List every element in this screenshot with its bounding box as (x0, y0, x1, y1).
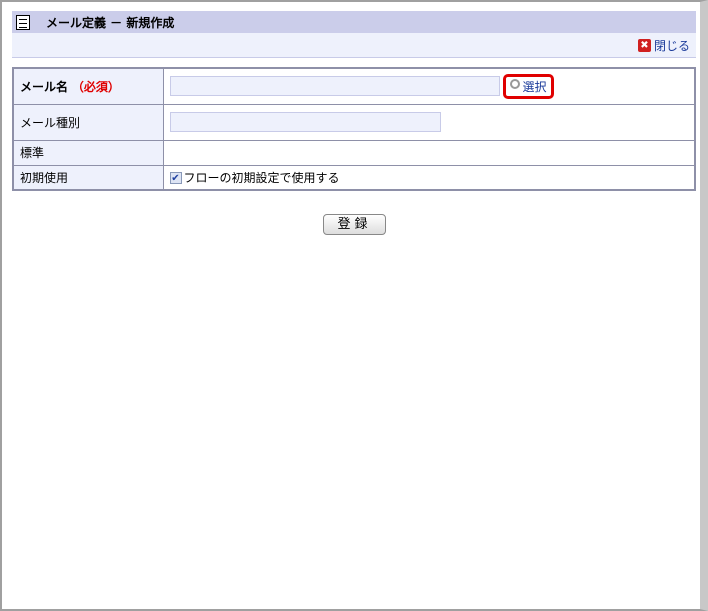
mail-form-table: メール名 （必須） 選択 メール種別 標準 初期使用 ✔ フローの初期設定で使用す… (12, 67, 696, 191)
initial-use-checkbox-label[interactable]: フローの初期設定で使用する (184, 171, 340, 185)
mail-type-label: メール種別 (12, 103, 164, 141)
close-button[interactable]: ✖ 閉じる (637, 37, 690, 54)
standard-label: 標準 (12, 139, 164, 166)
row-initial-use: 初期使用 ✔ フローの初期設定で使用する (12, 164, 696, 191)
row-standard: 標準 (12, 139, 696, 166)
select-label: 選択 (522, 79, 547, 94)
mail-name-input[interactable] (169, 76, 500, 97)
clipboard-icon (16, 14, 30, 30)
initial-use-label: 初期使用 (12, 164, 164, 191)
close-icon: ✖ (637, 39, 651, 52)
mail-name-label: メール名 (20, 79, 69, 94)
search-icon (509, 79, 520, 90)
title-bar: メール定義 － 新規作成 (12, 11, 696, 33)
initial-use-checkbox[interactable]: ✔ (169, 172, 182, 185)
register-button[interactable]: 登録 (323, 214, 386, 235)
row-mail-type: メール種別 (12, 103, 696, 141)
select-button[interactable]: 選択 (502, 73, 554, 99)
page-title: メール定義 － 新規作成 (46, 15, 175, 30)
row-mail-name: メール名 （必須） 選択 (12, 67, 696, 105)
mail-type-input[interactable] (169, 112, 441, 132)
standard-value (162, 139, 696, 166)
toolbar: ✖ 閉じる (12, 33, 696, 58)
required-label: （必須） (71, 79, 120, 94)
close-label: 閉じる (653, 39, 690, 53)
